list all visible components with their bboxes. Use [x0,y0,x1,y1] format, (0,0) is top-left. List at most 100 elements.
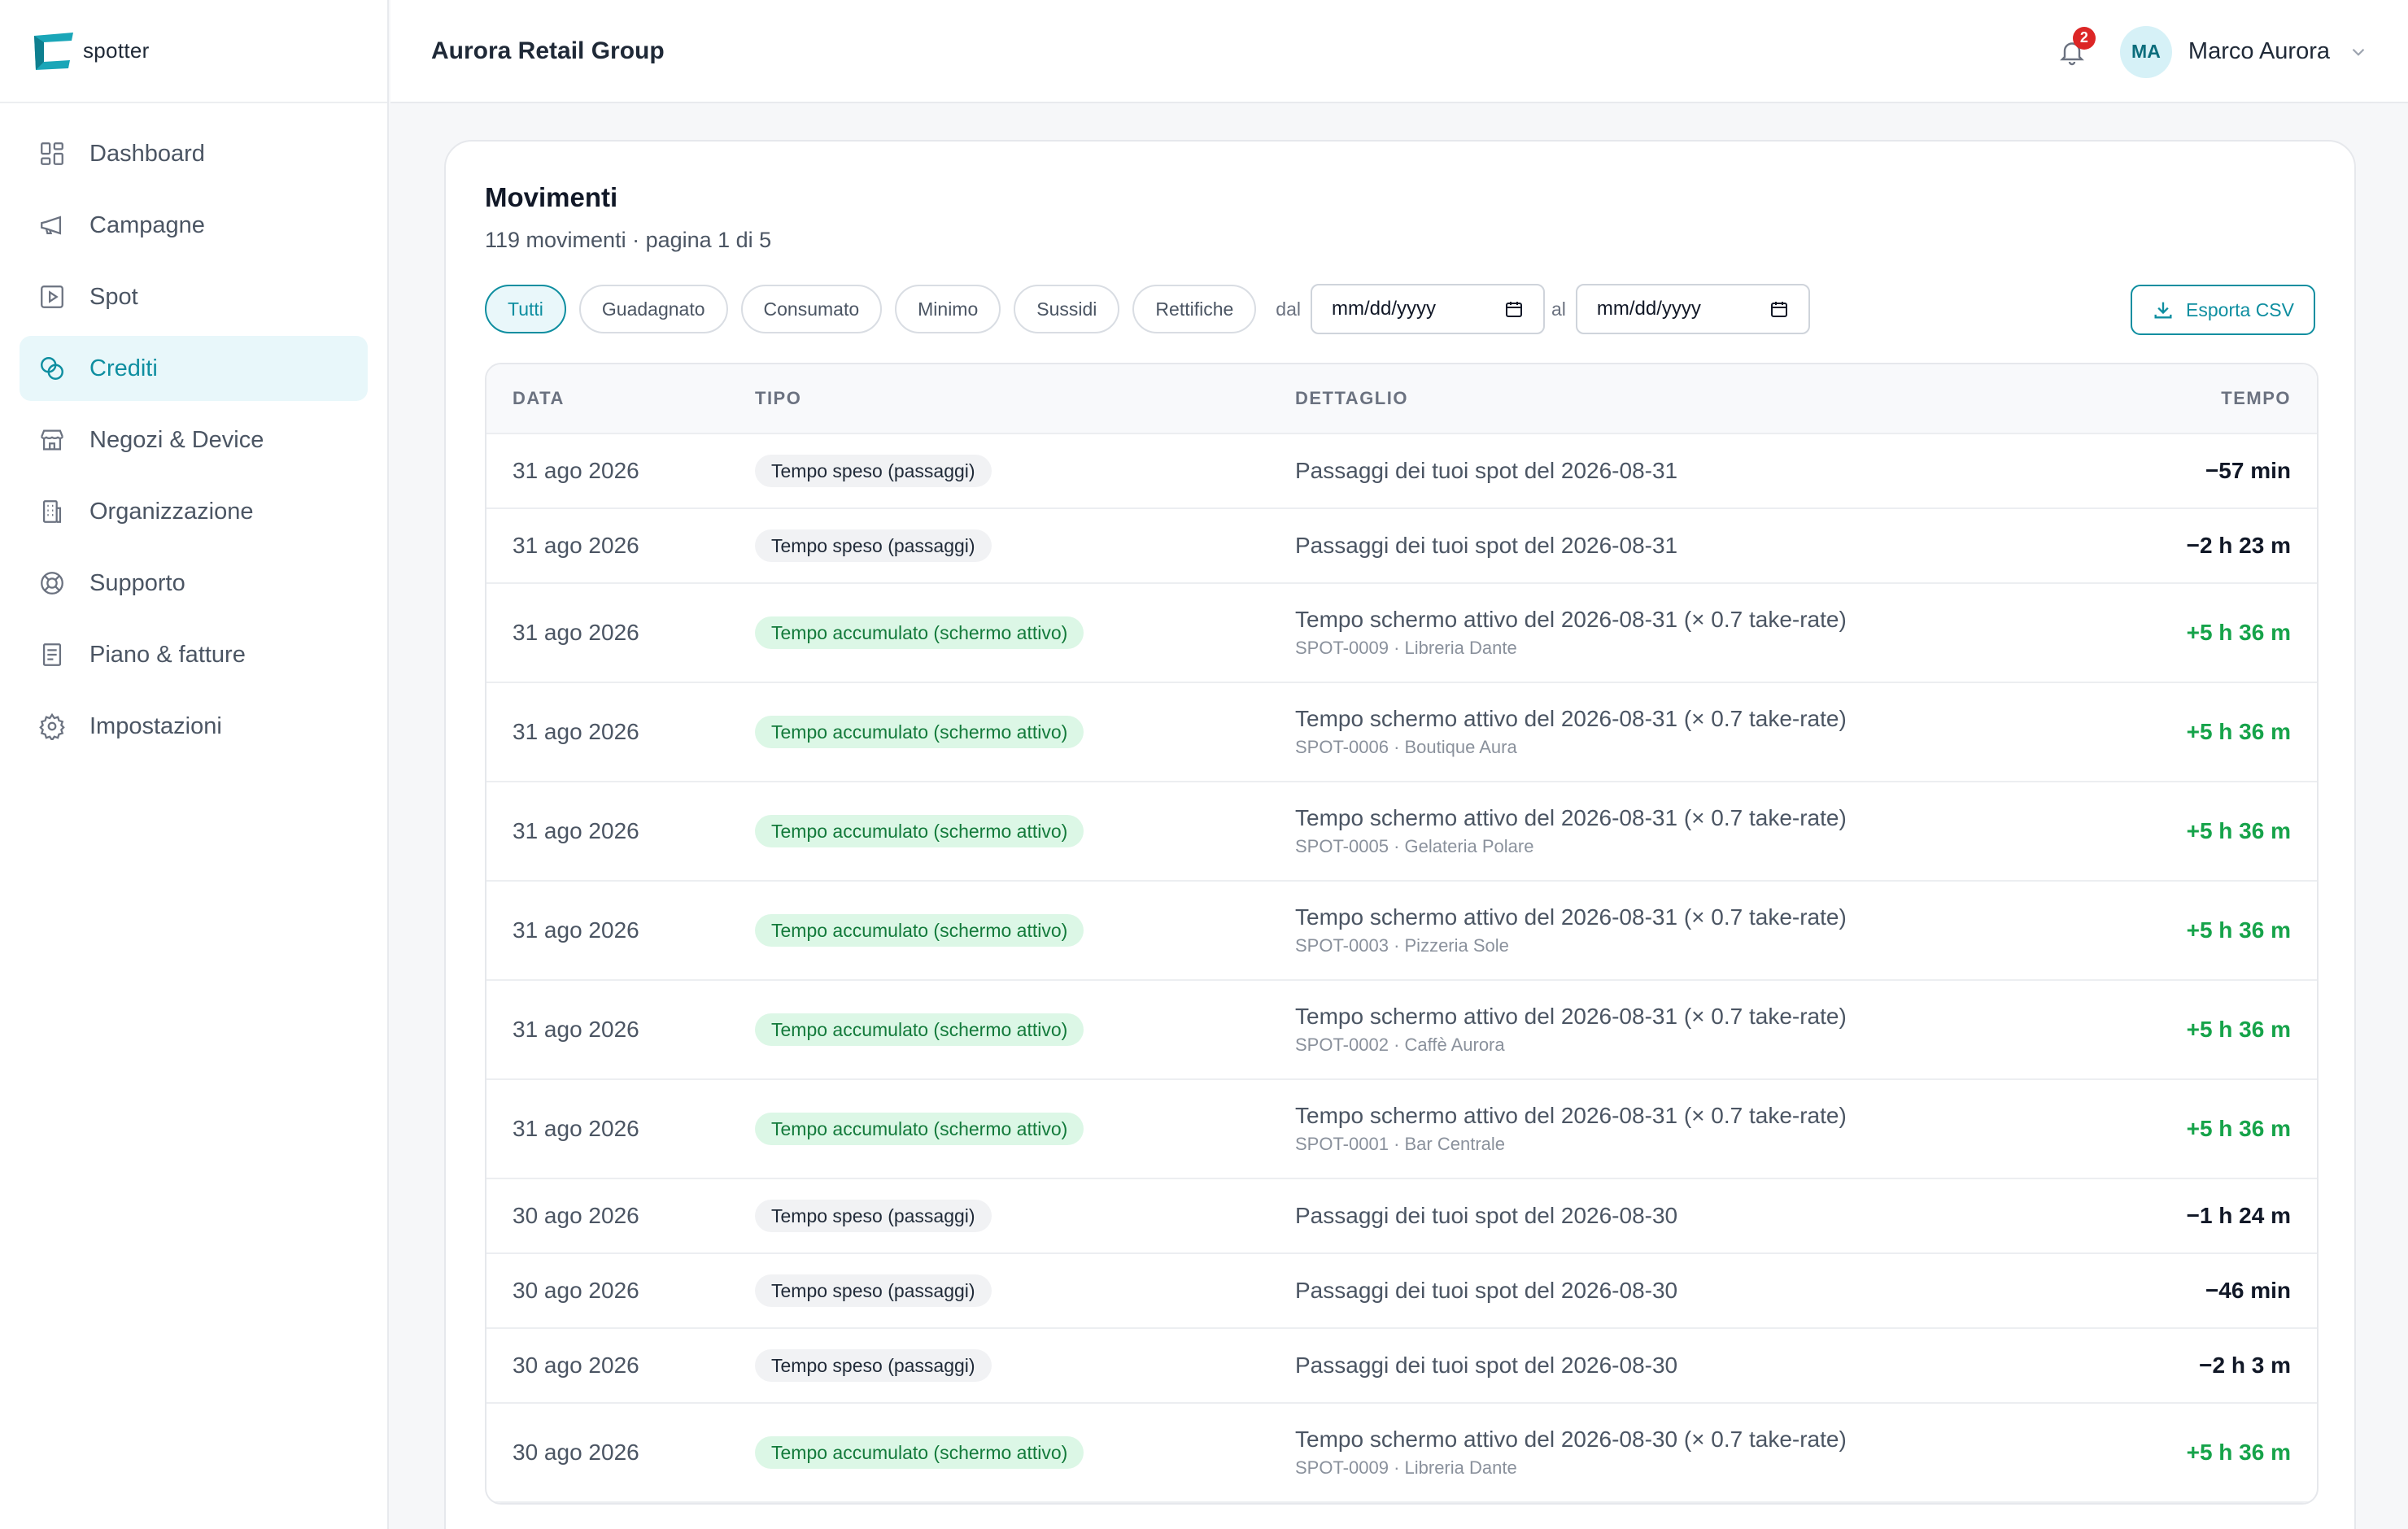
date-from-label: dal [1276,298,1301,320]
user-name[interactable]: Marco Aurora [2188,38,2330,65]
row-tempo: −46 min [2205,1278,2291,1303]
table-row[interactable]: 31 ago 2026 Tempo accumulato (schermo att… [486,683,2317,782]
sidebar-item-crediti[interactable]: Crediti [20,336,368,401]
table-row[interactable]: 30 ago 2026 Tempo speso (passaggi) Passagg… [486,1179,2317,1254]
row-date: 31 ago 2026 [513,1017,639,1042]
table-row[interactable]: 31 ago 2026 Tempo accumulato (schermo att… [486,782,2317,882]
sidebar-item-piano-fatture[interactable]: Piano & fatture [20,622,368,687]
row-date: 31 ago 2026 [513,719,639,744]
date-from-input[interactable]: mm/dd/yyyy [1311,284,1545,334]
megaphone-icon [37,211,67,240]
store-icon [37,425,67,455]
type-badge: Tempo accumulato (schermo attivo) [755,1113,1084,1145]
row-type-cell: Tempo accumulato (schermo attivo) [755,914,1084,947]
chevron-down-icon[interactable] [2348,41,2369,63]
row-date: 30 ago 2026 [513,1440,639,1465]
sidebar-item-campagne[interactable]: Campagne [20,193,368,258]
table-row[interactable]: 31 ago 2026 Tempo accumulato (schermo att… [486,981,2317,1080]
calendar-icon[interactable] [1769,299,1789,319]
row-type-cell: Tempo accumulato (schermo attivo) [755,716,1084,748]
type-badge: Tempo speso (passaggi) [755,1349,992,1382]
table-row[interactable]: 30 ago 2026 Tempo speso (passaggi) Passagg… [486,1254,2317,1329]
sidebar-item-supporto[interactable]: Supporto [20,551,368,616]
row-tempo: +5 h 36 m [2186,719,2291,744]
table-row[interactable]: 31 ago 2026 Tempo speso (passaggi) Passagg… [486,509,2317,584]
row-tempo: +5 h 36 m [2186,818,2291,843]
row-detail: Passaggi dei tuoi spot del 2026-08-31 [1295,533,1677,559]
table-row[interactable]: 31 ago 2026 Tempo accumulato (schermo att… [486,1080,2317,1179]
brand[interactable]: spotter [0,0,387,103]
calendar-icon[interactable] [1504,299,1524,319]
sidebar-item-label: Crediti [89,355,158,381]
row-detail-text: Passaggi dei tuoi spot del 2026-08-30 [1295,1353,1678,1378]
column-header-tempo[interactable]: TEMPO [2221,388,2291,409]
sidebar-item-negozi-device[interactable]: Negozi & Device [20,407,368,473]
export-csv-label: Esporta CSV [2186,298,2294,320]
table-row[interactable]: 30 ago 2026 Tempo speso (passaggi) Passagg… [486,1329,2317,1404]
type-badge: Tempo accumulato (schermo attivo) [755,716,1084,748]
table-row[interactable]: 31 ago 2026 Tempo speso (passaggi) Passagg… [486,434,2317,509]
filter-chip-minimo[interactable]: Minimo [895,285,1001,333]
row-type-cell: Tempo accumulato (schermo attivo) [755,815,1084,847]
type-badge: Tempo speso (passaggi) [755,529,992,562]
row-type-cell: Tempo accumulato (schermo attivo) [755,616,1084,649]
row-type-cell: Tempo accumulato (schermo attivo) [755,1013,1084,1046]
column-header-dettaglio[interactable]: DETTAGLIO [1295,388,1408,409]
row-detail: Tempo schermo attivo del 2026-08-31 (× 0… [1295,706,1847,758]
download-icon [2154,302,2172,319]
row-tempo: +5 h 36 m [2186,1116,2291,1141]
row-type-cell: Tempo speso (passaggi) [755,1274,992,1307]
column-header-tipo[interactable]: TIPO [755,388,801,409]
header-actions: 2 MA Marco Aurora [2052,0,2369,103]
notifications-button[interactable]: 2 [2052,26,2096,72]
filter-chip-sussidi[interactable]: Sussidi [1014,285,1120,333]
notifications-badge: 2 [2072,26,2096,50]
row-date: 31 ago 2026 [513,458,639,483]
row-detail-text: Passaggi dei tuoi spot del 2026-08-30 [1295,1278,1678,1303]
row-detail-text: Passaggi dei tuoi spot del 2026-08-30 [1295,1203,1678,1228]
row-detail-spot: SPOT-0009 · Libreria Dante [1295,1457,1517,1478]
table-row[interactable]: 30 ago 2026 Tempo accumulato (schermo att… [486,1404,2317,1503]
row-detail-spot: SPOT-0003 · Pizzeria Sole [1295,935,1509,956]
column-header-data[interactable]: DATA [513,388,565,409]
row-detail-spot: SPOT-0002 · Caffè Aurora [1295,1035,1505,1055]
filter-chip-guadagnato[interactable]: Guadagnato [578,285,728,333]
row-date: 30 ago 2026 [513,1203,639,1228]
row-detail: Passaggi dei tuoi spot del 2026-08-30 [1295,1353,1677,1379]
filter-chip-rettifiche[interactable]: Rettifiche [1132,285,1257,333]
avatar[interactable]: MA [2119,25,2172,78]
sidebar: spotter Dashboard Campagne Spot Crediti [0,0,389,1529]
row-detail: Passaggi dei tuoi spot del 2026-08-31 [1295,458,1677,484]
export-csv-button[interactable]: Esporta CSV [2131,285,2315,335]
building-icon [37,497,67,526]
sidebar-nav: Dashboard Campagne Spot Crediti Negozi &… [0,103,387,759]
sidebar-item-dashboard[interactable]: Dashboard [20,121,368,186]
sidebar-item-label: Organizzazione [89,498,254,525]
sidebar-item-label: Dashboard [89,140,205,167]
row-detail-text: Tempo schermo attivo del 2026-08-31 (× 0… [1295,706,1847,731]
row-detail-text: Tempo schermo attivo del 2026-08-31 (× 0… [1295,1004,1847,1029]
row-detail-spot: SPOT-0001 · Bar Centrale [1295,1134,1506,1154]
row-tempo: −2 h 23 m [2186,533,2291,558]
sidebar-item-organizzazione[interactable]: Organizzazione [20,479,368,544]
filter-chip-tutti[interactable]: Tutti [485,285,566,333]
row-type-cell: Tempo speso (passaggi) [755,1349,992,1382]
sidebar-item-spot[interactable]: Spot [20,264,368,329]
row-detail-text: Tempo schermo attivo del 2026-08-31 (× 0… [1295,607,1847,632]
row-detail: Passaggi dei tuoi spot del 2026-08-30 [1295,1278,1677,1304]
row-type-cell: Tempo speso (passaggi) [755,455,992,487]
row-detail-text: Tempo schermo attivo del 2026-08-31 (× 0… [1295,1103,1847,1128]
sidebar-item-impostazioni[interactable]: Impostazioni [20,694,368,759]
row-tempo: −1 h 24 m [2186,1203,2291,1228]
table-row[interactable]: 31 ago 2026 Tempo accumulato (schermo att… [486,882,2317,981]
row-detail-text: Passaggi dei tuoi spot del 2026-08-31 [1295,533,1678,558]
type-badge: Tempo accumulato (schermo attivo) [755,815,1084,847]
filter-chip-consumato[interactable]: Consumato [740,285,883,333]
date-from-placeholder: mm/dd/yyyy [1332,298,1437,320]
row-tempo: +5 h 36 m [2186,1440,2291,1465]
grid-icon [37,139,67,168]
table-row[interactable]: 31 ago 2026 Tempo accumulato (schermo att… [486,584,2317,683]
type-badge: Tempo speso (passaggi) [755,455,992,487]
row-tempo: −2 h 3 m [2199,1353,2291,1378]
date-to-input[interactable]: mm/dd/yyyy [1575,284,1810,334]
